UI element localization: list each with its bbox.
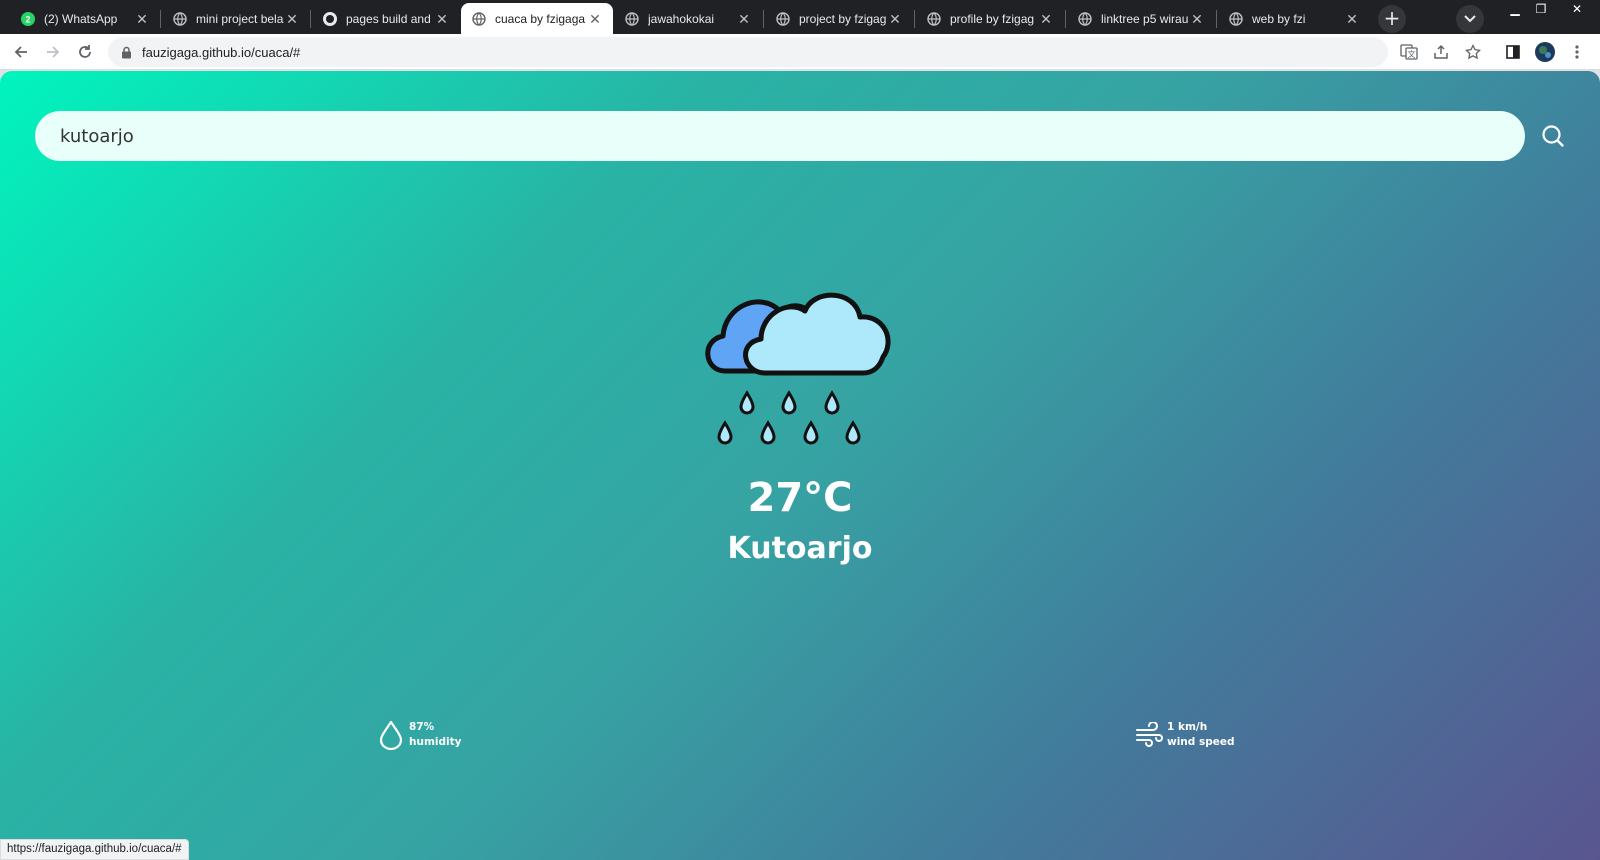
wind-speed-value: 1 km/h [1167, 721, 1208, 733]
tab-title: (2) WhatsApp [44, 11, 118, 26]
whatsapp-badge: 2 [25, 14, 30, 24]
new-tab-button[interactable]: + [1378, 5, 1406, 33]
reload-button[interactable] [71, 38, 99, 66]
profile-avatar[interactable] [1534, 41, 1556, 63]
tab-linktree[interactable]: linktree p5 wirau ✕ [1067, 3, 1215, 34]
tab-profile[interactable]: profile by fzigag ✕ [916, 3, 1064, 34]
tab-mini-project[interactable]: mini project bela ✕ [162, 3, 310, 34]
close-tab-icon[interactable]: ✕ [736, 11, 752, 27]
close-tab-icon[interactable]: ✕ [587, 11, 603, 27]
globe-icon [172, 11, 188, 27]
wind-icon [1135, 719, 1163, 751]
tab-project[interactable]: project by fzigag ✕ [765, 3, 913, 34]
rain-cloud-icon [695, 281, 905, 451]
tab-divider [160, 10, 161, 28]
globe-icon [1228, 11, 1244, 27]
browser-toolbar: fauzigaga.github.io/cuaca/# 文 [0, 34, 1600, 70]
tab-title: profile by fzigag [950, 11, 1035, 26]
chevron-down-icon [1464, 15, 1476, 23]
close-tab-icon[interactable]: ✕ [887, 11, 903, 27]
close-tab-icon[interactable]: ✕ [134, 11, 150, 27]
browser-tab-strip: 2 (2) WhatsApp ✕ mini project bela ✕ pag… [0, 0, 1600, 34]
globe-icon [624, 11, 640, 27]
close-tab-icon[interactable]: ✕ [1038, 11, 1054, 27]
close-tab-icon[interactable]: ✕ [1344, 11, 1360, 27]
address-bar[interactable]: fauzigaga.github.io/cuaca/# [108, 37, 1388, 67]
tab-divider [763, 10, 764, 28]
tab-title: linktree p5 wirau [1101, 11, 1189, 26]
share-icon[interactable] [1430, 41, 1452, 63]
humidity-detail: 87% humidity [377, 719, 461, 751]
restore-window-button[interactable]: ❐ [1528, 0, 1554, 18]
arrow-right-icon [47, 46, 60, 58]
address-url: fauzigaga.github.io/cuaca/# [142, 44, 301, 60]
window-controls: ▁ ❐ ✕ [1502, 0, 1600, 20]
search-button[interactable] [1538, 121, 1568, 151]
globe-icon [471, 11, 487, 27]
close-window-button[interactable]: ✕ [1554, 0, 1600, 18]
lock-icon [118, 44, 134, 60]
close-tab-icon[interactable]: ✕ [434, 11, 450, 27]
back-button[interactable] [7, 38, 35, 66]
close-tab-icon[interactable]: ✕ [284, 11, 300, 27]
whatsapp-icon: 2 [20, 11, 36, 27]
tab-whatsapp[interactable]: 2 (2) WhatsApp ✕ [10, 3, 160, 34]
translate-icon[interactable]: 文 [1398, 41, 1420, 63]
forward-button[interactable] [39, 38, 67, 66]
bookmark-star-icon[interactable] [1462, 41, 1484, 63]
tab-jawahokokai[interactable]: jawahokokai ✕ [614, 3, 762, 34]
tab-title: project by fzigag [799, 11, 887, 26]
tab-title: jawahokokai [648, 11, 715, 26]
search-icon [1542, 125, 1564, 147]
github-icon [322, 11, 338, 27]
water-drop-icon [377, 719, 405, 751]
temperature: 27°C [747, 475, 853, 521]
wind-detail: 1 km/h wind speed [1135, 719, 1234, 751]
tab-divider [914, 10, 915, 28]
tab-title: cuaca by fzigaga [495, 11, 586, 26]
humidity-value: 87% [409, 721, 435, 733]
tab-title: web by fzi [1252, 11, 1306, 26]
reload-icon [79, 45, 91, 58]
tab-title: pages build and [346, 11, 431, 26]
arrow-left-icon [14, 46, 27, 58]
close-tab-icon[interactable]: ✕ [1189, 11, 1205, 27]
city-search-input[interactable] [60, 125, 1525, 147]
tab-web[interactable]: web by fzi ✕ [1218, 3, 1370, 34]
wind-speed-label: wind speed [1167, 736, 1235, 748]
city-name: Kutoarjo [727, 531, 873, 566]
tab-pages-build[interactable]: pages build and ✕ [312, 3, 460, 34]
tab-divider [1065, 10, 1066, 28]
globe-icon [775, 11, 791, 27]
side-panel-icon[interactable] [1502, 41, 1524, 63]
status-bar-url: https://fauzigaga.github.io/cuaca/# [0, 839, 189, 860]
tab-cuaca[interactable]: cuaca by fzigaga ✕ [461, 3, 613, 34]
minimize-window-button[interactable]: ▁ [1502, 0, 1528, 18]
tab-search-button[interactable] [1456, 5, 1484, 33]
city-search-box[interactable] [35, 111, 1525, 161]
tab-divider [1216, 10, 1217, 28]
weather-app: 27°C Kutoarjo 87% humidity 1 km/h wind s… [0, 71, 1600, 860]
globe-icon [926, 11, 942, 27]
more-menu-icon[interactable] [1566, 41, 1588, 63]
svg-text:文: 文 [1408, 49, 1416, 59]
globe-icon [1077, 11, 1093, 27]
humidity-label: humidity [409, 736, 462, 748]
tab-title: mini project bela [196, 11, 284, 26]
tab-divider [310, 10, 311, 28]
